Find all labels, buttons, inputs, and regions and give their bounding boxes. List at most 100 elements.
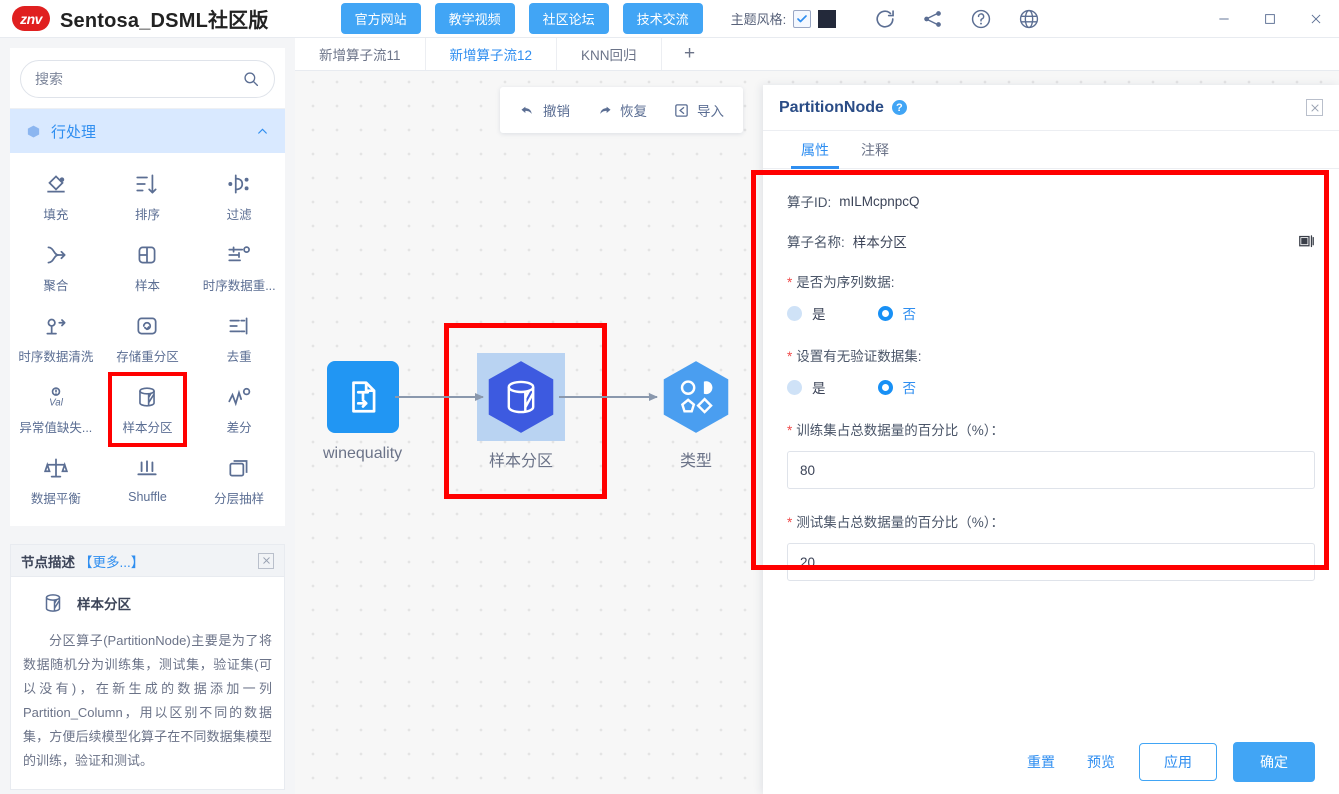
- search-input[interactable]: [35, 71, 242, 87]
- panel-close-icon[interactable]: [1306, 99, 1323, 116]
- sequence-data-radios: 是 否: [787, 303, 1315, 323]
- operator-difference[interactable]: 差分: [193, 374, 285, 445]
- operator-aggregate[interactable]: 聚合: [10, 232, 102, 303]
- node-description-more-link[interactable]: 【更多...】: [79, 551, 144, 571]
- tab-annotations[interactable]: 注释: [845, 131, 905, 168]
- operator-label: 分层抽样: [214, 491, 265, 506]
- operator-label: 数据平衡: [30, 491, 81, 506]
- node-description-body: 样本分区 分区算子(PartitionNode)主要是为了将数据随机分为训练集，…: [11, 577, 284, 789]
- operator-sort[interactable]: 排序: [102, 161, 194, 232]
- operator-grid: 填充 排序 过滤 聚合 样本 时序数据重... 时序数据清洗 存储重分区 去重 …: [10, 153, 285, 526]
- operator-partition[interactable]: 样本分区: [102, 372, 194, 447]
- flow-node-label: 类型: [679, 453, 712, 470]
- operator-repartition[interactable]: 存储重分区: [102, 303, 194, 374]
- sequence-radio-no[interactable]: 否: [877, 303, 916, 323]
- preview-button[interactable]: 预览: [1079, 752, 1123, 772]
- hexagon-shape-icon: [488, 361, 554, 433]
- dedup-icon: [226, 313, 252, 339]
- type-node-shape: [660, 359, 732, 435]
- confirm-button[interactable]: 确定: [1233, 742, 1315, 782]
- theme-style-checkbox[interactable]: [793, 9, 812, 28]
- flow-node-winequality[interactable]: winequality: [323, 361, 402, 463]
- operator-label: Shuffle: [128, 490, 167, 504]
- check-icon: [797, 14, 808, 22]
- train-percent-input[interactable]: [787, 451, 1315, 489]
- close-icon[interactable]: [1293, 0, 1339, 38]
- tab-knn-regression[interactable]: KNN回归: [557, 38, 662, 70]
- sidebar-section-row-processing[interactable]: 行处理: [10, 109, 285, 153]
- official-website-button[interactable]: 官方网站: [340, 3, 421, 34]
- radio-dot: [787, 379, 802, 395]
- node-description-text: 分区算子(PartitionNode)主要是为了将数据随机分为训练集，测试集，验…: [23, 633, 272, 769]
- test-percent-input[interactable]: [787, 543, 1315, 581]
- minimize-icon[interactable]: [1201, 0, 1247, 38]
- properties-panel-header: PartitionNode ?: [763, 85, 1339, 131]
- shuffle-icon: [134, 457, 160, 483]
- operator-fill[interactable]: 填充: [10, 161, 102, 232]
- refresh-icon[interactable]: [874, 8, 896, 30]
- partition-node-shape: [477, 353, 565, 441]
- edit-name-icon[interactable]: [1298, 233, 1315, 250]
- operator-dedup[interactable]: 去重: [193, 303, 285, 374]
- help-icon[interactable]: ?: [891, 100, 907, 115]
- tab-attributes[interactable]: 属性: [785, 131, 845, 169]
- operator-label: 排序: [134, 207, 160, 222]
- node-description-node: 样本分区: [23, 591, 272, 615]
- tech-exchange-button[interactable]: 技术交流: [622, 3, 703, 34]
- operator-id-value: mILMcpnpcQ: [839, 193, 920, 209]
- operator-name-value: 样本分区: [852, 235, 907, 250]
- sample-icon: [134, 242, 160, 268]
- sequence-data-label: * 是否为序列数据:: [787, 271, 1315, 291]
- node-description-close-icon[interactable]: [258, 552, 274, 569]
- train-percent-label-text: 训练集占总数据量的百分比（%）：: [796, 423, 1005, 438]
- help-circle-icon[interactable]: [970, 8, 992, 30]
- tutorial-video-button[interactable]: 教学视频: [434, 3, 515, 34]
- timeseries-resample-icon: [226, 242, 252, 268]
- theme-color-swatch[interactable]: [818, 9, 837, 28]
- operator-label: 填充: [43, 207, 69, 222]
- maximize-icon[interactable]: [1247, 0, 1293, 38]
- operator-outlier-missing[interactable]: Val 异常值缺失...: [10, 374, 102, 445]
- flow-edge-2: [559, 392, 658, 401]
- operator-balance[interactable]: 数据平衡: [10, 445, 102, 516]
- tab-flow-12[interactable]: 新增算子流12: [426, 38, 558, 70]
- reset-button[interactable]: 重置: [1019, 752, 1063, 772]
- community-forum-button[interactable]: 社区论坛: [528, 3, 609, 34]
- top-bar: znv Sentosa_DSML社区版 官方网站 教学视频 社区论坛 技术交流 …: [0, 0, 1339, 38]
- add-tab-button[interactable]: +: [662, 38, 718, 70]
- operator-filter[interactable]: 过滤: [193, 161, 285, 232]
- chevron-up-icon[interactable]: [256, 125, 269, 138]
- operator-timeseries-clean[interactable]: 时序数据清洗: [10, 303, 102, 374]
- globe-icon[interactable]: [1018, 8, 1040, 30]
- operator-stratified-sampling[interactable]: 分层抽样: [193, 445, 285, 516]
- difference-icon: [226, 384, 252, 410]
- flow-node-partition[interactable]: 样本分区: [477, 353, 565, 471]
- operator-label: 时序数据清洗: [18, 349, 94, 364]
- properties-panel-tabs: 属性 注释: [763, 131, 1339, 169]
- operator-label: 存储重分区: [116, 349, 179, 364]
- flow-node-type[interactable]: 类型: [660, 359, 732, 471]
- app-title: Sentosa_DSML社区版: [60, 10, 269, 32]
- node-description-header: 节点描述 【更多...】: [11, 545, 284, 577]
- search-box[interactable]: [20, 60, 275, 98]
- validation-set-label-text: 设置有无验证数据集:: [796, 349, 922, 364]
- operator-timeseries-resample[interactable]: 时序数据重...: [193, 232, 285, 303]
- operator-label: 时序数据重...: [202, 278, 276, 293]
- tab-flow-11[interactable]: 新增算子流11: [295, 38, 426, 70]
- apply-button[interactable]: 应用: [1139, 743, 1217, 781]
- node-graph-icon[interactable]: [922, 8, 944, 30]
- operator-sample[interactable]: 样本: [102, 232, 194, 303]
- sequence-radio-yes[interactable]: 是: [787, 303, 826, 323]
- validation-set-radios: 是 否: [787, 377, 1315, 397]
- test-percent-label: * 测试集占总数据量的百分比（%）：: [787, 511, 1315, 531]
- theme-style-label: 主题风格:: [730, 12, 787, 27]
- operator-name-row: 算子名称: 样本分区: [787, 231, 1315, 251]
- validation-radio-yes[interactable]: 是: [787, 377, 826, 397]
- required-marker: *: [787, 349, 793, 364]
- search-icon[interactable]: [242, 70, 260, 88]
- operator-shuffle[interactable]: Shuffle: [102, 445, 194, 516]
- aggregate-icon: [43, 242, 69, 268]
- window-controls: [1201, 0, 1339, 38]
- validation-radio-no[interactable]: 否: [877, 377, 916, 397]
- operator-name-label: 算子名称:: [787, 235, 845, 250]
